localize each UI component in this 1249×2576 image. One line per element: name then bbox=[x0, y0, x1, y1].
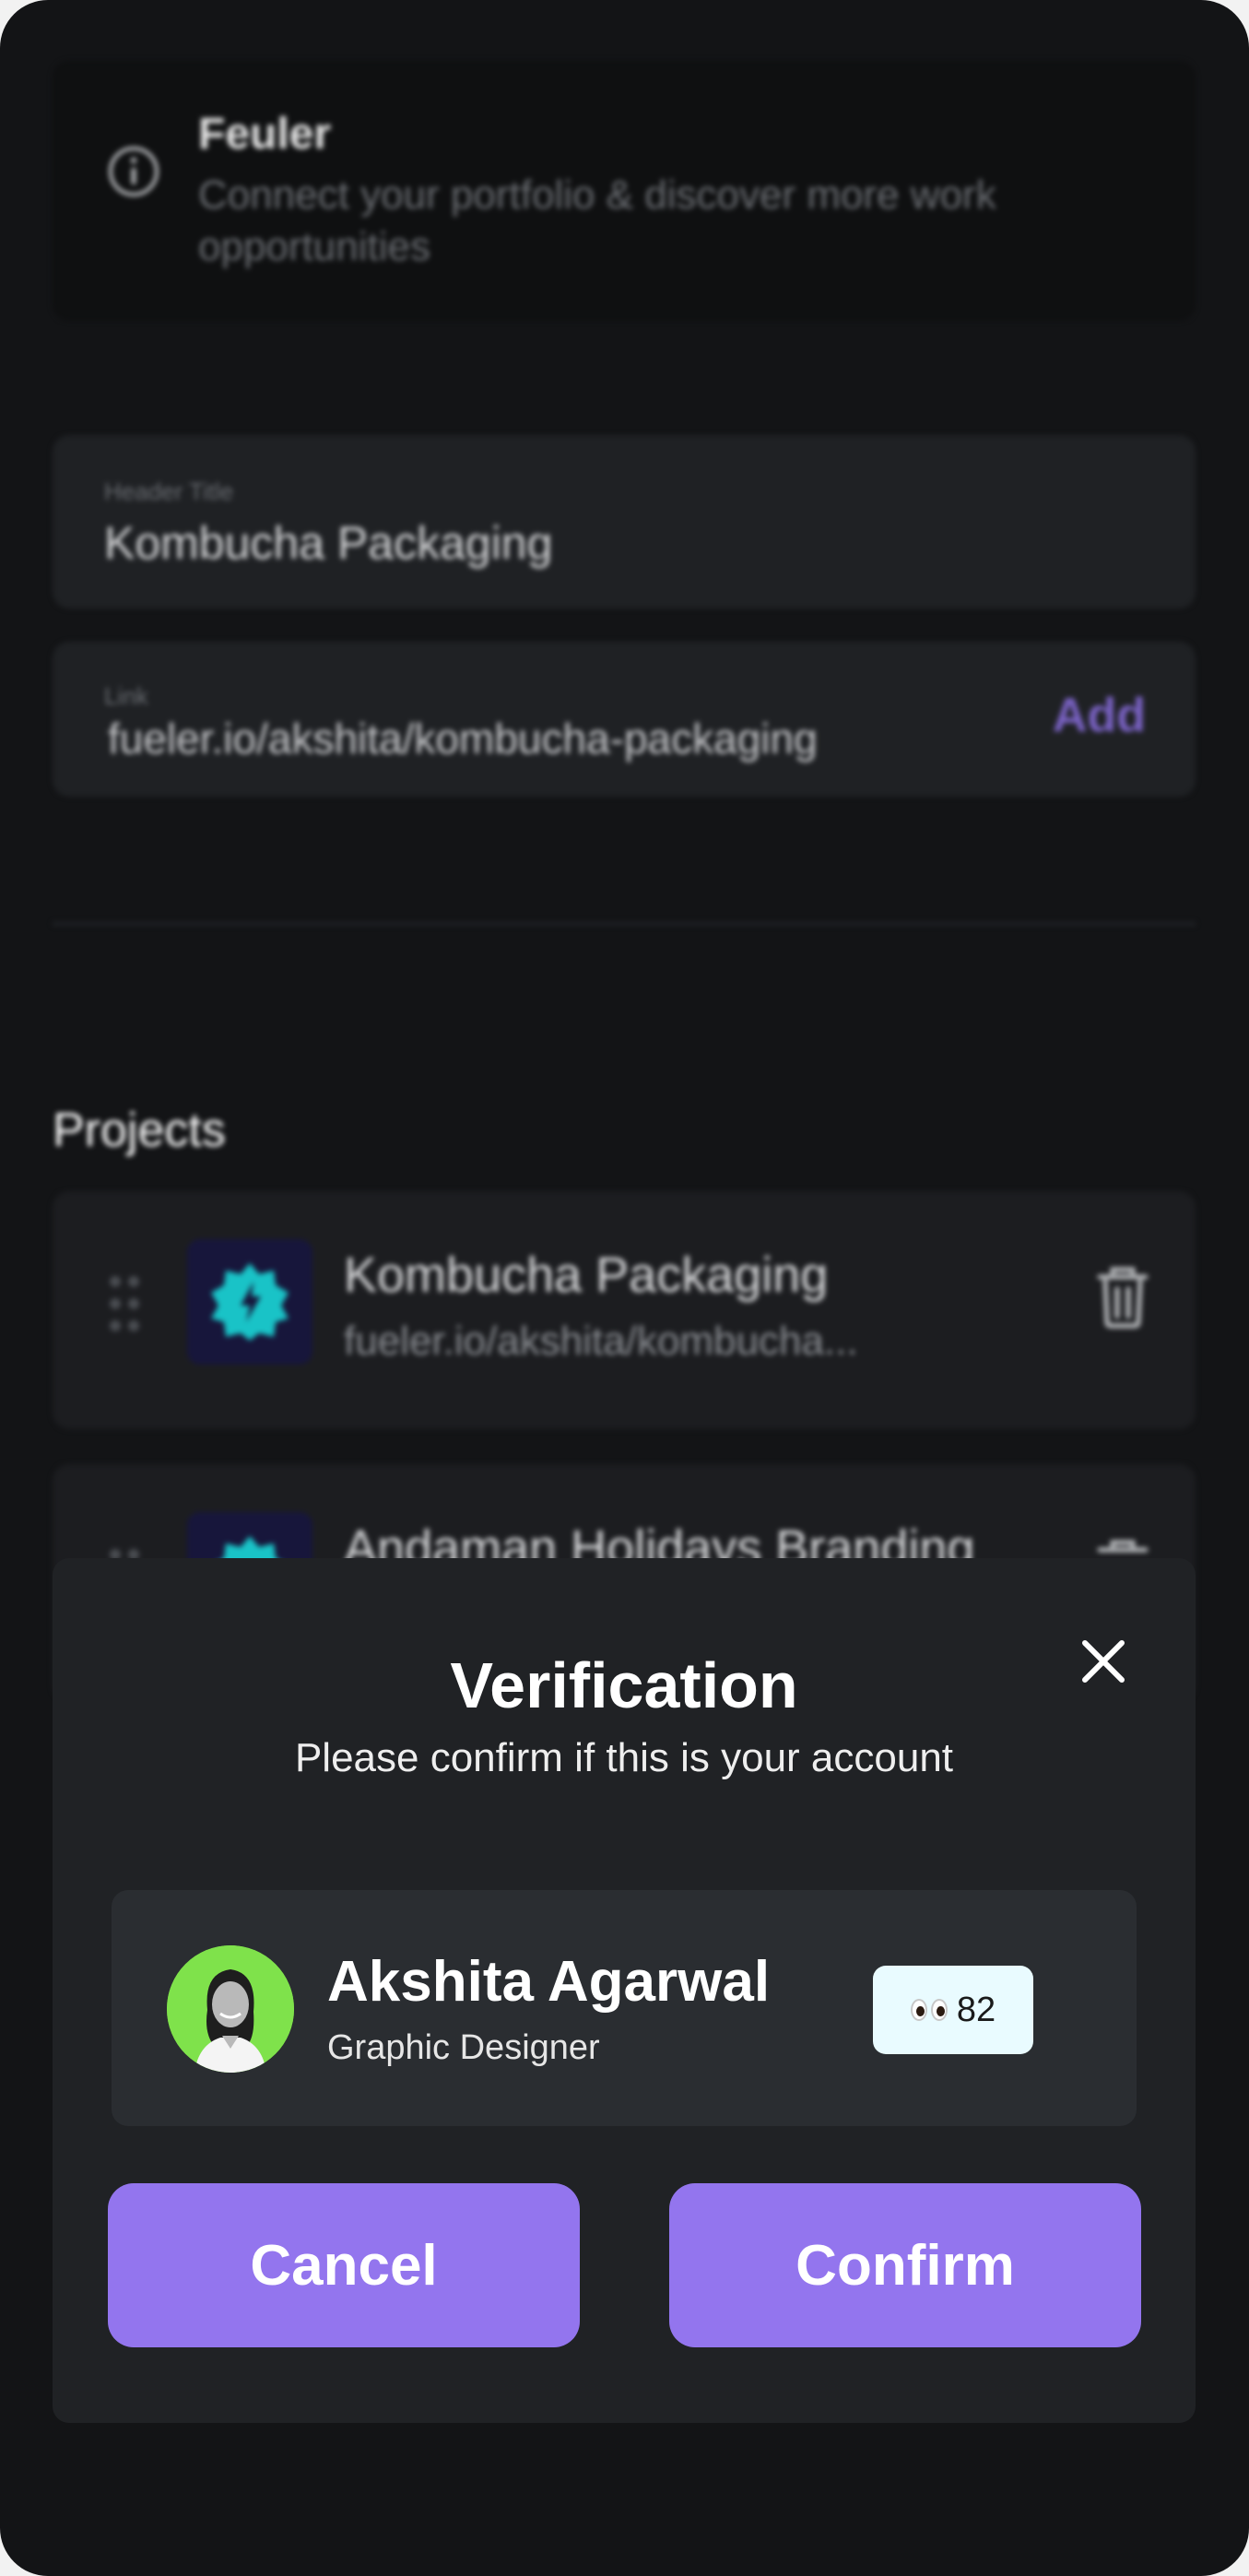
views-count: 82 bbox=[956, 1990, 996, 2029]
account-card: Akshita Agarwal Graphic Designer 82 bbox=[112, 1890, 1137, 2126]
projects-heading: Projects bbox=[53, 1104, 226, 1157]
badge-bolt-icon bbox=[211, 1263, 289, 1341]
link-field[interactable]: Link fueler.io/akshita/kombucha-packagin… bbox=[53, 642, 1196, 797]
account-role: Graphic Designer bbox=[327, 2028, 600, 2067]
link-value[interactable]: fueler.io/akshita/kombucha-packaging bbox=[108, 714, 818, 763]
header-title-label: Header Title bbox=[104, 478, 234, 505]
drag-handle-icon[interactable] bbox=[106, 1276, 143, 1335]
modal-title: Verification bbox=[450, 1649, 798, 1721]
info-icon bbox=[109, 147, 159, 196]
verification-modal: Verification Please confirm if this is y… bbox=[53, 1558, 1196, 2423]
project-thumbnail bbox=[187, 1239, 312, 1365]
eyes-icon bbox=[910, 1999, 948, 2021]
trash-icon[interactable] bbox=[1096, 1265, 1149, 1329]
modal-subtitle: Please confirm if this is your account bbox=[294, 1735, 954, 1780]
info-banner[interactable]: Feuler Connect your portfolio & discover… bbox=[53, 61, 1196, 321]
banner-title: Feuler bbox=[198, 110, 332, 159]
views-badge: 82 bbox=[873, 1966, 1033, 2054]
header-title-field[interactable]: Header Title Kombucha Packaging bbox=[53, 435, 1196, 609]
project-name: Kombucha Packaging bbox=[344, 1247, 829, 1303]
project-item[interactable]: Kombucha Packaging fueler.io/akshita/kom… bbox=[53, 1191, 1196, 1429]
banner-description: Connect your portfolio & discover more w… bbox=[198, 172, 996, 269]
add-link-button[interactable]: Add bbox=[1053, 688, 1146, 743]
header-title-value[interactable]: Kombucha Packaging bbox=[104, 516, 552, 570]
person-photo-icon bbox=[167, 1945, 294, 2073]
avatar bbox=[167, 1945, 294, 2073]
confirm-button[interactable]: Confirm bbox=[669, 2183, 1141, 2347]
link-label: Link bbox=[104, 682, 148, 710]
divider bbox=[53, 922, 1196, 926]
account-name: Akshita Agarwal bbox=[327, 1950, 771, 2014]
project-link: fueler.io/akshita/kombucha... bbox=[344, 1318, 858, 1364]
cancel-button[interactable]: Cancel bbox=[108, 2183, 580, 2347]
app-screen: Feuler Connect your portfolio & discover… bbox=[0, 0, 1249, 2576]
